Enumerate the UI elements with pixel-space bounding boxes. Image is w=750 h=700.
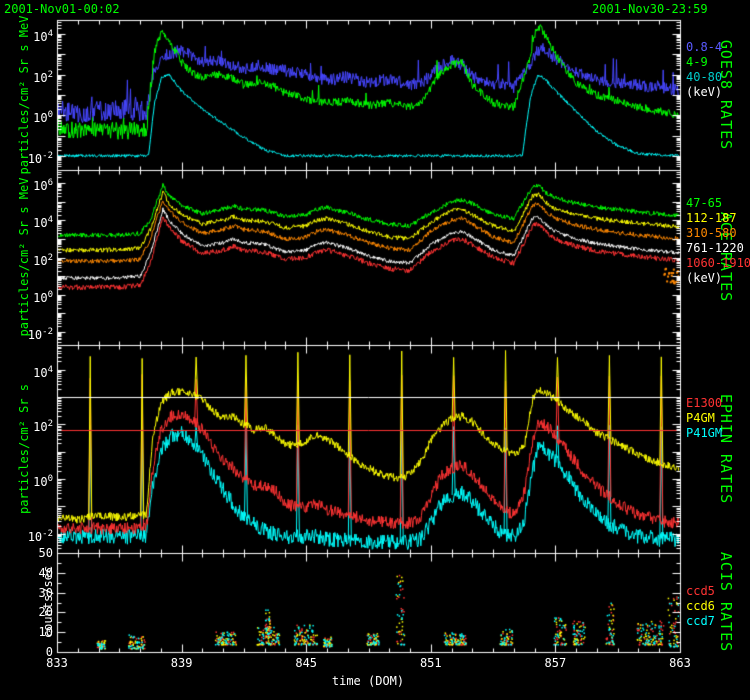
ylabel-ace: particles/cm² Sr s MeV — [17, 178, 32, 337]
ylabel-ephin: particles/cm² Sr s — [17, 384, 32, 514]
panel-label-acis: ACIS RATES — [718, 552, 733, 652]
ylabel-goes8: particles/cm² Sr s MeV — [17, 16, 32, 175]
panel-label-goes8: GOES8 RATES — [718, 40, 733, 150]
panel-label-ace: ACE RATES — [718, 212, 733, 302]
plot-canvas — [0, 0, 750, 700]
ylabel-acis: counts/sec — [41, 566, 56, 638]
x-axis-title: time (DOM) — [318, 674, 418, 689]
radiation-rates-plot: 2001-Nov01-00:02 2001-Nov30-23:59 partic… — [0, 0, 750, 700]
panel-label-ephin: EPHIN RATES — [718, 394, 733, 504]
plot-end-date: 2001-Nov30-23:59 — [592, 2, 708, 17]
